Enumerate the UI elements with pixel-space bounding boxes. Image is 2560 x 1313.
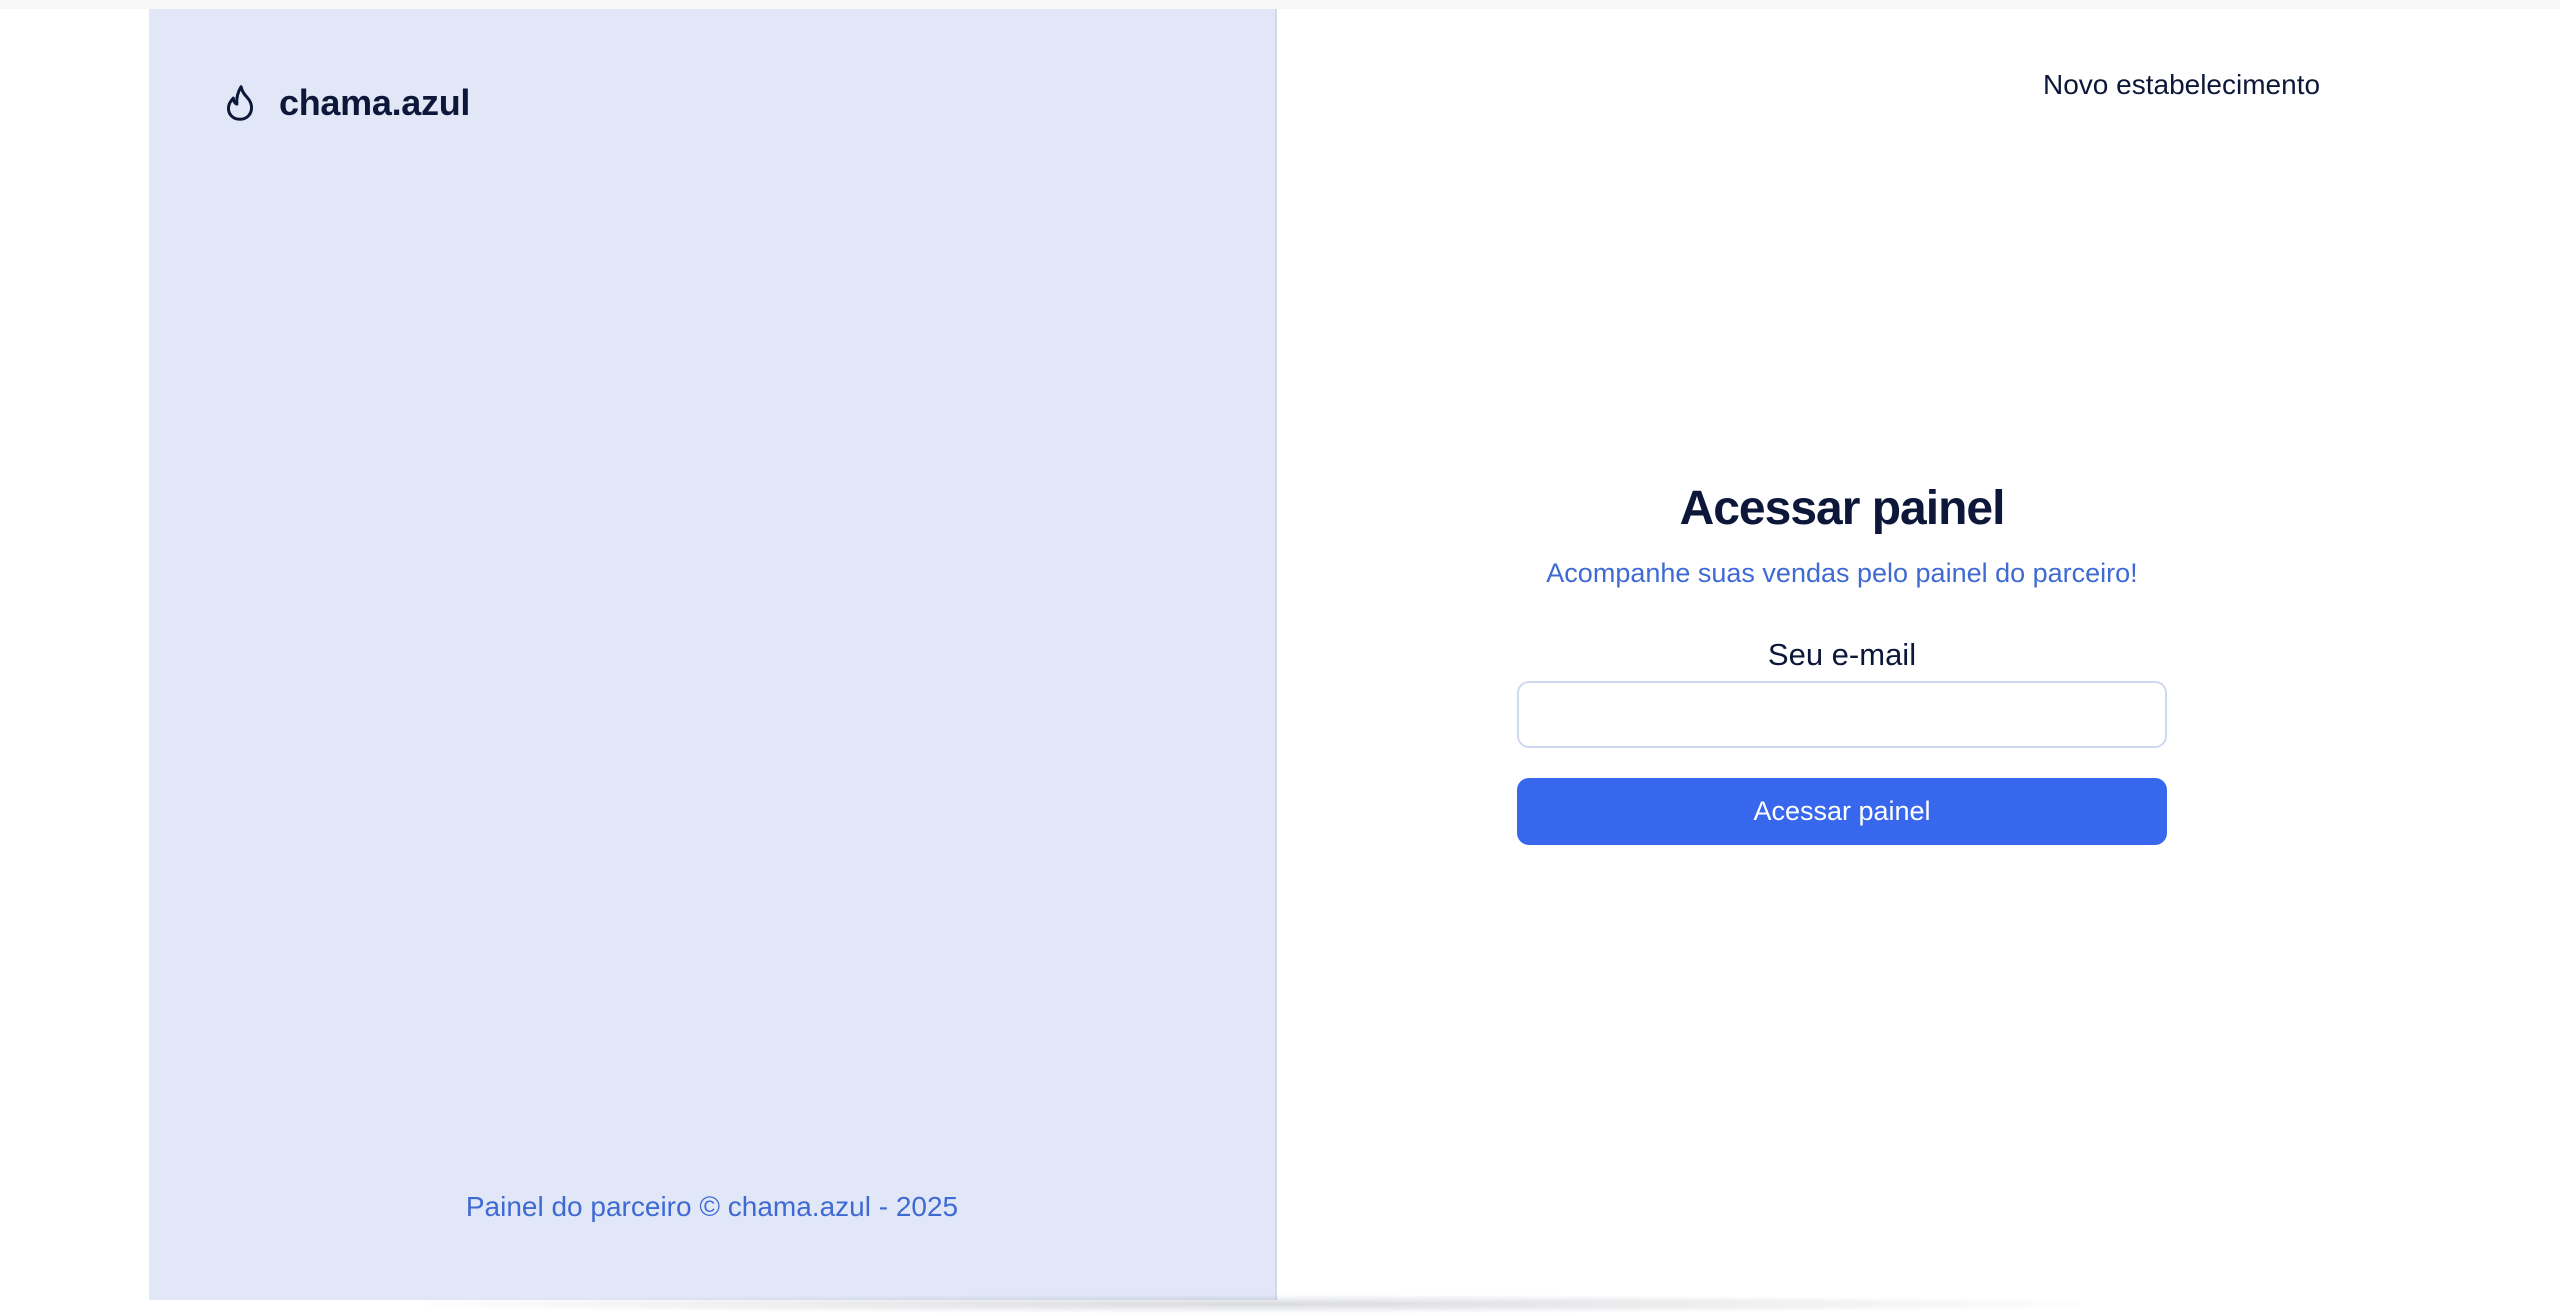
login-subtitle: Acompanhe suas vendas pelo painel do par…: [1546, 558, 2138, 588]
login-form: Acessar painel Acompanhe suas vendas pel…: [1517, 469, 2167, 845]
brand-logo: chama.azul: [223, 73, 470, 133]
new-establishment-link[interactable]: Novo estabelecimento: [2043, 69, 2320, 101]
access-panel-button[interactable]: Acessar painel: [1517, 778, 2167, 845]
login-panel: Novo estabelecimento Acessar painel Acom…: [1277, 9, 2560, 1300]
bottom-shadow: [430, 1295, 2080, 1313]
email-label: Seu e-mail: [1767, 637, 1917, 672]
top-strip: [0, 0, 2560, 9]
email-input[interactable]: [1517, 681, 2167, 748]
brand-name: chama.azul: [279, 82, 471, 123]
brand-panel: chama.azul Painel do parceiro © chama.az…: [149, 9, 1277, 1300]
flame-icon: [226, 85, 254, 121]
footer-copyright: Painel do parceiro © chama.azul - 2025: [465, 1191, 959, 1222]
login-title: Acessar painel: [1679, 482, 2006, 535]
